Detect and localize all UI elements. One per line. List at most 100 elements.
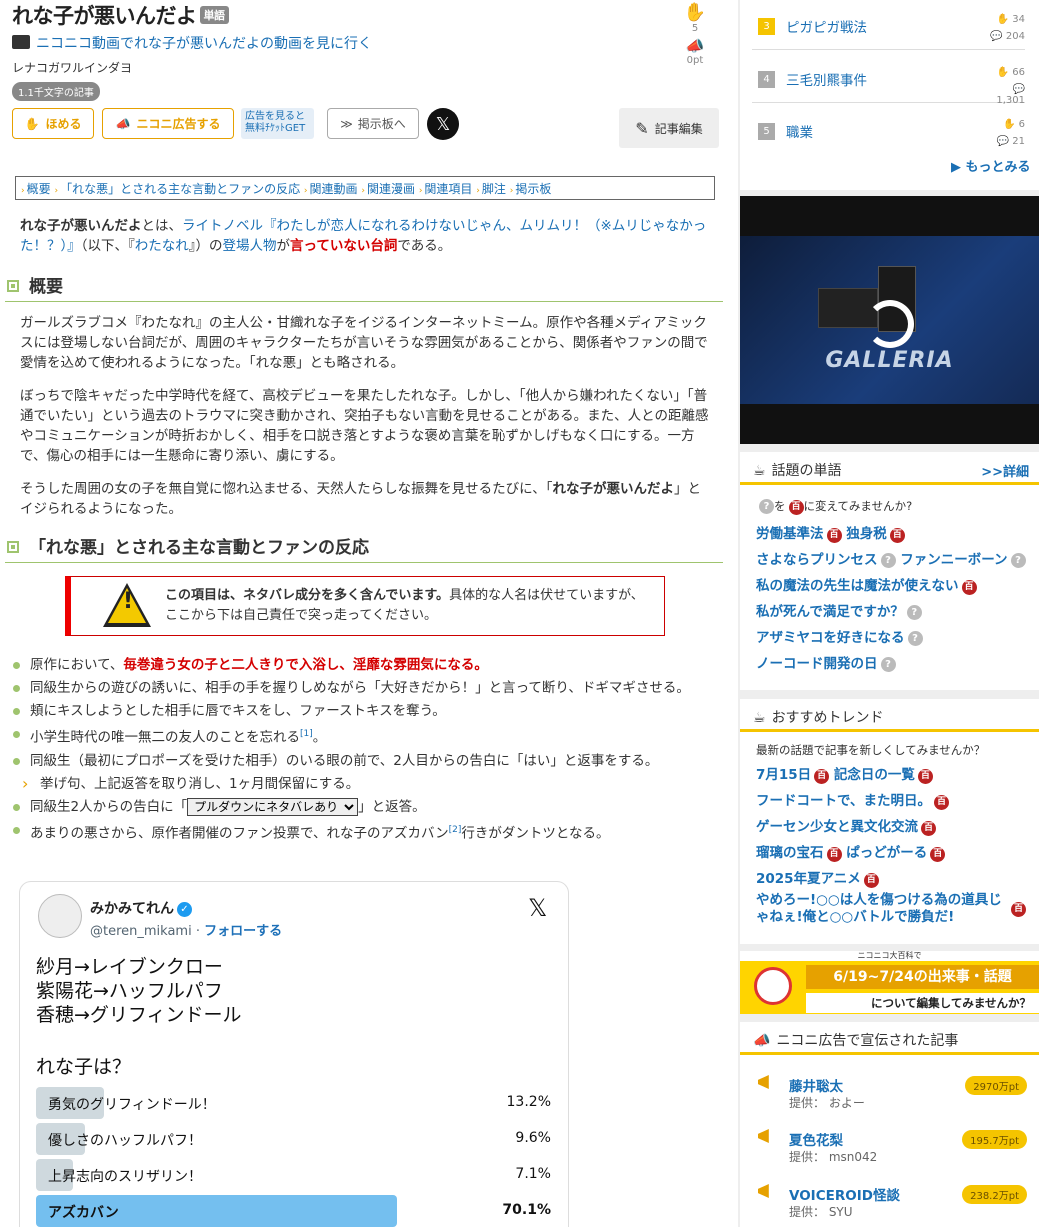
character-link[interactable]: 登場人物 <box>223 238 277 254</box>
ad-button[interactable]: 📣 ニコニ広告する <box>102 108 234 139</box>
ranking-title[interactable]: 職業 <box>786 121 813 141</box>
footnote-link[interactable]: [1] <box>300 729 313 739</box>
watanare-link[interactable]: わたなれ <box>135 238 189 254</box>
trend-row: フードコートで、また明日。百 <box>756 789 949 810</box>
avatar[interactable] <box>38 894 82 938</box>
trend-link[interactable]: 7月15日 <box>756 767 811 783</box>
video-link[interactable]: ニコニコ動画でれな子が悪いんだよの動画を見に行く <box>12 33 372 53</box>
ad-item[interactable]: 藤井聡太 提供： およー 2970万pt <box>752 1070 1027 1118</box>
clap-icon: ✋ 34 <box>996 14 1025 25</box>
hyaku-icon: 百 <box>1011 902 1026 917</box>
megaphone-icon <box>758 1075 769 1089</box>
ad-item[interactable]: 夏色花梨 提供： msn042 195.7万pt <box>752 1124 1027 1172</box>
bbs-button[interactable]: ≫ 掲示板へ <box>327 108 419 139</box>
ranking-row[interactable]: 3 ピガピガ戦法 ✋ 34 💬 204 <box>752 0 1025 50</box>
trend-link[interactable]: 2025年夏アニメ <box>756 871 861 887</box>
question-icon: ? <box>1010 553 1026 568</box>
trend-row: 7月15日百 記念日の一覧百 <box>756 763 933 784</box>
topic-link[interactable]: 私の魔法の先生は魔法が使えない <box>756 578 959 594</box>
topic-link[interactable]: 私が死んで満足ですか？ <box>756 604 904 620</box>
trend-link[interactable]: 記念日の一覧 <box>834 767 915 783</box>
megaphone-icon: 📣 <box>753 1033 771 1049</box>
question-icon: ? <box>880 553 896 568</box>
poll-option: 上昇志向のスリザリン！ 7.1% <box>36 1159 551 1191</box>
ranking-panel: 3 ピガピガ戦法 ✋ 34 💬 204 4 三毛別羆事件 ✋ 66 💬 1,301 5 職業 ✋… <box>740 0 1039 190</box>
editing-campaign-banner[interactable]: ニコニコ大百科で 6/19~7/24の出来事・話題 について編集してみませんか？ <box>740 951 1039 1014</box>
trend-header: ☕ おすすめトレンド <box>740 699 1039 732</box>
mascot-image <box>740 961 806 1014</box>
ranking-title[interactable]: 三毛別羆事件 <box>786 69 867 89</box>
trend-link[interactable]: フードコートで、また明日。 <box>756 793 931 809</box>
edit-button[interactable]: ✎ 記事編集 <box>619 108 719 148</box>
topic-icon: ☕ <box>753 463 766 479</box>
article-title: れな子が悪いんだよ 単語 <box>12 0 229 30</box>
megaphone-icon <box>758 1184 769 1198</box>
comment-icon: 💬 204 <box>990 31 1025 42</box>
spoiler-dropdown[interactable]: プルダウンにネタバレあり <box>187 797 359 816</box>
tweet-author[interactable]: みかみてれん ✓ <box>90 898 192 918</box>
hyaku-icon: 百 <box>788 500 804 515</box>
question-icon: ? <box>759 499 774 514</box>
trend-link[interactable]: やめろー!○○は人を傷つける為の道具じゃねぇ!俺と○○バトルで勝負だ! <box>756 892 1002 925</box>
overview-paragraph-3: そうした周囲の女の子を無自覚に惚れ込ませる、天然人たらしな振舞を見せるたびに、「… <box>20 481 701 517</box>
x-share-button[interactable]: 𝕏 <box>427 108 459 140</box>
article-main: れな子が悪いんだよ 単語 ニコニコ動画でれな子が悪いんだよの動画を見に行く レナコ… <box>0 0 733 1227</box>
reading: レナコガワルインダヨ <box>12 61 133 75</box>
reaction-list: 原作において、毎巻違う女の子と二人きりで入浴し、淫靡な雰囲気になる。 同級生から… <box>12 655 712 846</box>
clap-icon: ✋ <box>683 2 707 23</box>
homeru-button[interactable]: ✋ ほめる <box>12 108 94 139</box>
topic-link[interactable]: ファンニーボーン <box>900 552 1007 568</box>
detail-link[interactable]: >>詳細 <box>981 461 1029 480</box>
x-logo-icon[interactable]: 𝕏 <box>528 894 547 922</box>
more-link[interactable]: ▶ もっとみる <box>951 156 1031 175</box>
hyaku-icon: 百 <box>889 528 905 543</box>
sidebar: 3 ピガピガ戦法 ✋ 34 💬 204 4 三毛別羆事件 ✋ 66 💬 1,301 5 職業 ✋… <box>738 0 1039 1227</box>
toc-item[interactable]: 「れな悪」とされる主な言動とファンの反応 <box>60 182 300 196</box>
hyaku-icon: 百 <box>921 821 936 836</box>
topic-link[interactable]: 労働基準法 <box>756 526 824 542</box>
verified-icon: ✓ <box>177 902 192 917</box>
ad-video[interactable]: GALLERIA <box>740 196 1039 444</box>
ad-pt: 0pt <box>686 55 704 66</box>
ranking-title[interactable]: ピガピガ戦法 <box>786 16 867 36</box>
ranking-row[interactable]: 5 職業 ✋ 6 💬 21 <box>752 105 1025 155</box>
toc-item[interactable]: 関連動画 <box>310 182 358 196</box>
question-icon: ? <box>880 657 896 672</box>
trend-link[interactable]: ゲーセン少女と異文化交流 <box>756 819 918 835</box>
topic-link[interactable]: アザミヤコを好きになる <box>756 630 905 646</box>
topic-header: ☕ 話題の単語 >>詳細 <box>740 452 1039 485</box>
trend-icon: ☕ <box>753 710 766 726</box>
ranking-row[interactable]: 4 三毛別羆事件 ✋ 66 💬 1,301 <box>752 53 1025 106</box>
topic-link[interactable]: さよならプリンセス <box>756 552 878 568</box>
megaphone-icon: 📣 <box>685 37 705 55</box>
topic-row: ノーコード開発の日? <box>756 652 896 672</box>
hyaku-icon: 百 <box>814 769 830 784</box>
footnote-link[interactable]: [2] <box>449 825 462 835</box>
trend-link[interactable]: ぱっどがーる <box>846 845 927 861</box>
toc-item[interactable]: 関連項目 <box>424 182 472 196</box>
topic-link[interactable]: 独身税 <box>846 526 887 542</box>
clap-counter: ✋ 5 📣 0pt <box>680 2 710 66</box>
poll-option: 勇気のグリフィンドール！ 13.2% <box>36 1087 551 1119</box>
question-icon: ? <box>907 631 923 646</box>
pencil-icon: ✎ <box>635 118 649 138</box>
warning-icon <box>103 583 151 627</box>
video-link-text[interactable]: ニコニコ動画でれな子が悪いんだよの動画を見に行く <box>36 36 372 52</box>
list-item: 小学生時代の唯一無二の友人のことを忘れる[1]。 <box>12 724 712 748</box>
ticket-link[interactable]: 広告を見ると無料ﾁｹｯﾄGET <box>241 108 314 139</box>
topic-link[interactable]: ノーコード開発の日 <box>756 656 878 672</box>
toc-item[interactable]: 脚注 <box>482 182 506 196</box>
replay-icon[interactable] <box>866 300 914 348</box>
list-item: 同級生（最初にプロポーズを受けた相手）のいる眼の前で、2人目からの告白に「はい」… <box>12 751 712 771</box>
trend-panel: ☕ おすすめトレンド 最新の話題で記事を新しくしてみませんか？ 7月15日百 記念… <box>740 699 1039 944</box>
ad-item[interactable]: VOICEROID怪談 提供： SYU 238.2万pt <box>752 1179 1027 1227</box>
toc-item[interactable]: 関連漫画 <box>367 182 415 196</box>
trend-link[interactable]: 瑠璃の宝石 <box>756 845 824 861</box>
follow-link[interactable]: フォローする <box>204 924 282 939</box>
heading-square-icon <box>7 280 19 292</box>
toc-item[interactable]: 掲示板 <box>515 182 551 196</box>
topic-row: 私が死んで満足ですか？? <box>756 600 922 620</box>
question-icon: ? <box>906 605 922 620</box>
toc-item[interactable]: 概要 <box>27 182 51 196</box>
list-item: 頬にキスしようとした相手に唇でキスをし、ファーストキスを奪う。 <box>12 701 712 721</box>
